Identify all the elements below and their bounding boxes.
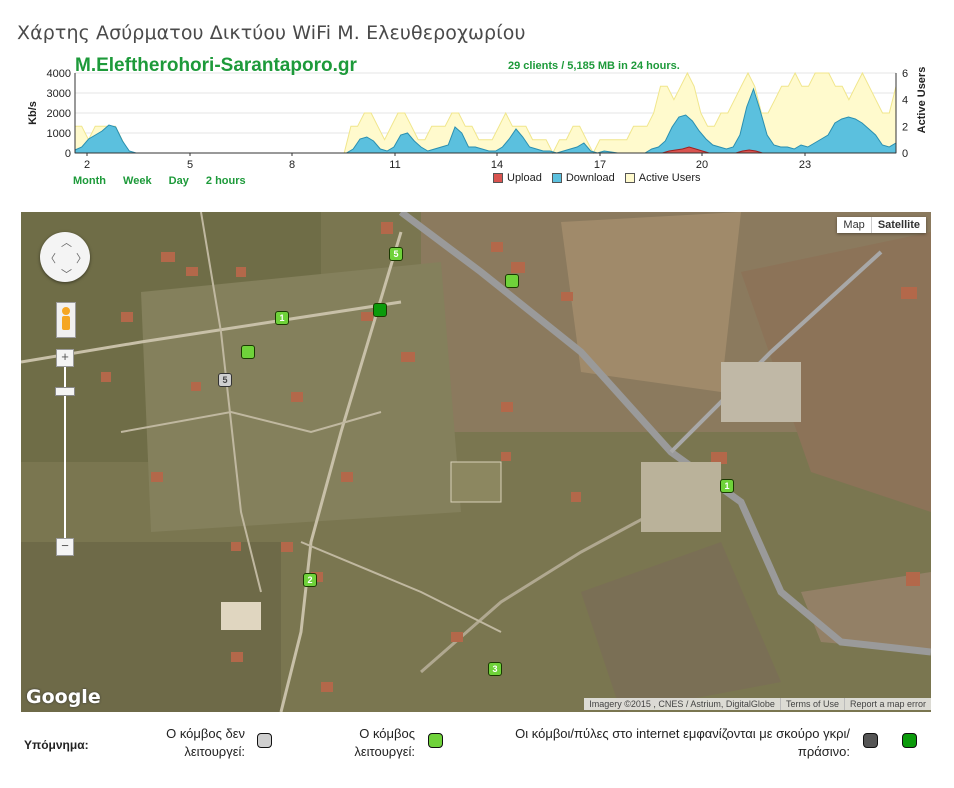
range-week-link[interactable]: Week — [123, 175, 152, 187]
legend-gateway-text: Οι κόμβοι/πύλες στο internet εμφανίζοντα… — [470, 725, 850, 761]
satellite-imagery[interactable] — [21, 212, 931, 712]
legend-ok-line1: Ο κόμβος — [359, 726, 415, 741]
right-axis-label: Active Users — [916, 67, 928, 134]
zoom-in-button[interactable]: + — [56, 349, 74, 367]
legend-title: Υπόμνημα: — [24, 738, 89, 752]
map-type-map-button[interactable]: Map — [837, 217, 870, 233]
legend-download: Download — [551, 172, 615, 184]
map-type-control: Map Satellite — [837, 217, 926, 233]
x-tick-label: 20 — [696, 159, 708, 171]
x-tick-label: 8 — [289, 159, 295, 171]
node-marker[interactable]: 1 — [275, 311, 289, 325]
legend-ok-line2: λειτουργεί: — [354, 744, 415, 759]
upload-swatch — [493, 173, 503, 183]
node-marker-down[interactable]: 5 — [218, 373, 232, 387]
legend-gateway-line2: πράσινο: — [797, 744, 850, 759]
x-tick-label: 23 — [799, 159, 811, 171]
node-marker[interactable]: 2 — [303, 573, 317, 587]
y-left-tick-label: 0 — [65, 148, 71, 160]
x-tick-label: 5 — [187, 159, 193, 171]
pan-left-icon[interactable]: 〈 — [45, 250, 56, 266]
legend-down-swatch — [257, 733, 272, 748]
y-left-tick-label: 1000 — [47, 128, 71, 140]
download-swatch — [551, 173, 562, 183]
legend-ok-swatch — [428, 733, 443, 748]
terms-of-use-link[interactable]: Terms of Use — [779, 698, 844, 710]
map-legend: Υπόμνημα: Ο κόμβος δεν λειτουργεί: Ο κόμ… — [0, 725, 954, 785]
y-right-tick-label: 4 — [902, 95, 908, 107]
page-title: Χάρτης Ασύρματου Δικτύου WiFi Μ. Ελευθερ… — [17, 21, 526, 44]
range-links: Month Week Day 2 hours — [73, 175, 260, 187]
node-marker[interactable]: 5 — [389, 247, 403, 261]
map-type-satellite-button[interactable]: Satellite — [870, 217, 926, 233]
legend-ok-text: Ο κόμβος λειτουργεί: — [300, 725, 415, 761]
legend-gateway-dark-green-swatch — [902, 733, 917, 748]
legend-upload: Upload — [493, 172, 542, 184]
legend-gateway-dark-grey-swatch — [863, 733, 878, 748]
street-view-pegman-icon[interactable] — [56, 302, 76, 338]
gateway-marker[interactable] — [373, 303, 387, 317]
legend-down-line2: λειτουργεί: — [184, 744, 245, 759]
chart-title[interactable]: M.Eleftherohori-Sarantaporo.gr — [75, 55, 357, 77]
legend-download-label: Download — [565, 172, 615, 184]
pan-up-icon[interactable]: ︿ — [61, 234, 72, 250]
legend-active-users: Active Users — [624, 172, 701, 184]
map-attribution: Imagery ©2015 , CNES / Astrium, DigitalG… — [584, 698, 931, 710]
pan-right-icon[interactable]: 〉 — [76, 250, 87, 266]
zoom-out-button[interactable]: − — [56, 538, 74, 556]
pan-down-icon[interactable]: ﹀ — [61, 266, 72, 282]
y-right-tick-label: 0 — [902, 148, 908, 160]
y-left-tick-label: 4000 — [47, 68, 71, 80]
traffic-chart: 0 1000 2000 3000 4000 0 2 4 6 2 5 8 11 14 17 20 23 Kb/s Ac… — [0, 50, 954, 200]
legend-gateway-line1: Οι κόμβοι/πύλες στο internet εμφανίζοντα… — [515, 726, 850, 741]
left-axis-label: Kb/s — [27, 101, 39, 125]
imagery-credit: Imagery ©2015 , CNES / Astrium, DigitalG… — [589, 699, 775, 709]
google-logo[interactable]: Google — [26, 686, 101, 708]
y-right-tick-label: 6 — [902, 68, 908, 80]
x-tick-label: 11 — [389, 159, 400, 171]
legend-active-users-label: Active Users — [638, 172, 701, 184]
report-map-error-link[interactable]: Report a map error — [843, 698, 931, 710]
x-tick-label: 2 — [84, 159, 90, 171]
node-marker[interactable]: 3 — [488, 662, 502, 676]
pan-control[interactable]: ︿ ﹀ 〈 〉 — [40, 232, 90, 282]
node-marker[interactable]: 1 — [720, 479, 734, 493]
node-marker[interactable] — [241, 345, 255, 359]
range-month-link[interactable]: Month — [73, 175, 106, 187]
y-left-tick-label: 3000 — [47, 88, 71, 100]
legend-down-line1: Ο κόμβος δεν — [166, 726, 245, 741]
x-tick-label: 17 — [594, 159, 606, 171]
y-right-tick-label: 2 — [902, 121, 908, 133]
chart-legend: Upload Download Active Users — [493, 172, 701, 184]
chart-subtitle: 29 clients / 5,185 MB in 24 hours. — [508, 60, 680, 72]
active-users-swatch — [624, 173, 635, 183]
x-tick-label: 14 — [491, 159, 503, 171]
zoom-slider-handle[interactable] — [55, 387, 75, 396]
satellite-map[interactable]: Map Satellite ︿ ﹀ 〈 〉 + − 5 1 5 1 2 3 Go… — [21, 212, 931, 712]
legend-upload-label: Upload — [507, 172, 542, 184]
legend-down-text: Ο κόμβος δεν λειτουργεί: — [125, 725, 245, 761]
y-left-tick-label: 2000 — [47, 108, 71, 120]
node-marker[interactable] — [505, 274, 519, 288]
range-2hours-link[interactable]: 2 hours — [206, 175, 246, 187]
range-day-link[interactable]: Day — [169, 175, 189, 187]
